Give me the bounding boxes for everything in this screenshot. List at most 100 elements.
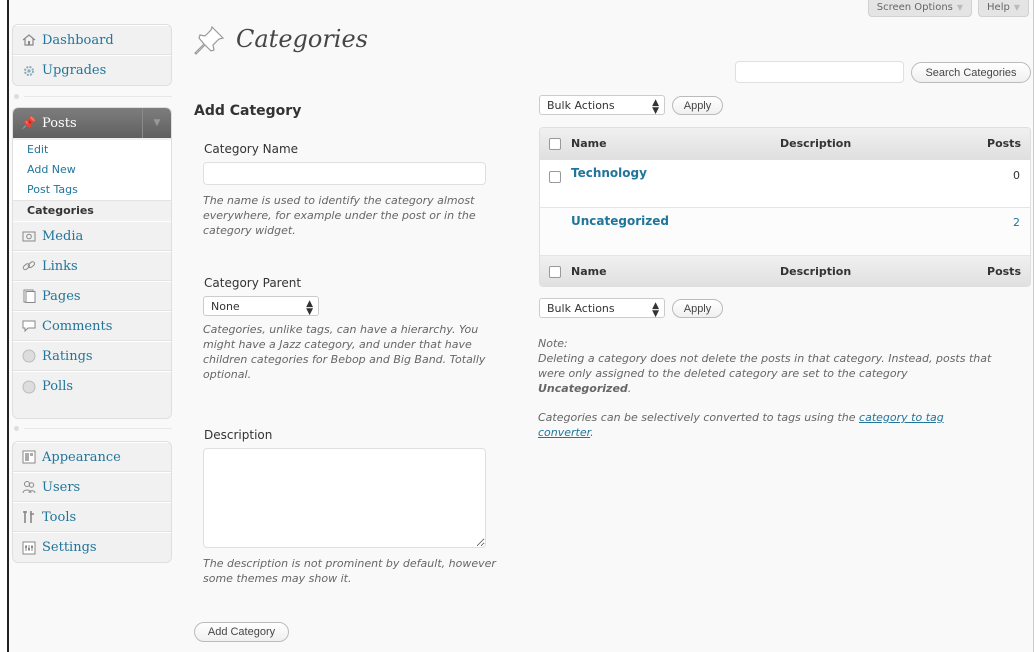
search-categories-input[interactable] xyxy=(735,61,904,83)
menu-label: Settings xyxy=(42,540,97,555)
category-parent-value: None xyxy=(211,299,240,313)
description-help: The description is not prominent by defa… xyxy=(203,557,496,585)
bulk-actions-select-bottom[interactable]: Bulk Actions ▲ ▼ xyxy=(539,298,665,319)
menu-label: Polls xyxy=(42,379,74,394)
menu-ratings[interactable]: Ratings xyxy=(13,341,171,371)
page-title: Categories xyxy=(236,25,368,53)
gear-icon xyxy=(21,63,36,78)
note-text: Deleting a category does not delete the … xyxy=(538,351,998,396)
column-description-header[interactable]: Description xyxy=(780,265,851,278)
posts-submenu: Edit Add New Post Tags Categories xyxy=(13,140,171,221)
menu-settings[interactable]: Settings xyxy=(13,532,171,562)
converter-note: Categories can be selectively converted … xyxy=(538,410,998,440)
menu-label: Pages xyxy=(42,288,81,304)
pages-icon xyxy=(21,289,36,304)
appearance-icon xyxy=(21,450,36,465)
row-checkbox[interactable] xyxy=(549,171,561,183)
admin-menu-group-2: 📌 Posts ▼ Edit Add New Post Tags Categor… xyxy=(12,107,172,419)
converter-note-text: . xyxy=(590,426,594,439)
column-posts-header[interactable]: Posts xyxy=(987,265,1021,278)
select-arrows-icon: ▲ ▼ xyxy=(652,98,659,116)
menu-users[interactable]: Users xyxy=(13,472,171,502)
categories-table: Name Description Posts Technology 0 Unca… xyxy=(539,127,1031,287)
admin-menu-group-3: Appearance Users Tools Settings xyxy=(12,441,172,563)
menu-upgrades[interactable]: Upgrades xyxy=(13,55,171,85)
menu-comments[interactable]: Comments xyxy=(13,311,171,341)
screen-options-button[interactable]: Screen Options ▼ xyxy=(867,0,973,17)
link-icon xyxy=(21,259,36,274)
submenu-edit[interactable]: Edit xyxy=(13,140,171,160)
chevron-down-icon: ▼ xyxy=(1013,3,1020,12)
submenu-post-tags[interactable]: Post Tags xyxy=(13,180,171,200)
menu-polls[interactable]: Polls xyxy=(13,371,171,401)
menu-dashboard[interactable]: Dashboard xyxy=(13,25,171,55)
menu-media[interactable]: Media xyxy=(13,221,171,251)
category-name-link[interactable]: Technology xyxy=(571,166,647,180)
menu-label: Appearance xyxy=(42,449,121,465)
menu-label: Ratings xyxy=(42,348,93,364)
circle-icon xyxy=(21,349,36,364)
bulk-actions-value: Bulk Actions xyxy=(547,301,615,315)
submenu-add-new[interactable]: Add New xyxy=(13,160,171,180)
menu-pages[interactable]: Pages xyxy=(13,281,171,311)
category-name-label: Category Name xyxy=(204,142,299,156)
menu-label: Users xyxy=(42,479,81,495)
select-arrows-icon: ▲ ▼ xyxy=(306,299,313,317)
converter-note-text: Categories can be selectively converted … xyxy=(538,411,860,424)
menu-links[interactable]: Links xyxy=(13,251,171,281)
select-all-checkbox[interactable] xyxy=(549,138,561,150)
column-posts-header[interactable]: Posts xyxy=(987,137,1021,150)
apply-button-bottom[interactable]: Apply xyxy=(672,299,723,318)
settings-icon xyxy=(21,540,36,555)
category-name-help: The name is used to identify the categor… xyxy=(203,194,476,237)
menu-toggle-icon[interactable]: ▼ xyxy=(142,108,171,138)
home-icon xyxy=(21,33,36,48)
category-parent-select[interactable]: None ▲ ▼ xyxy=(203,296,319,317)
menu-appearance[interactable]: Appearance xyxy=(13,442,171,472)
users-icon xyxy=(21,480,36,495)
menu-separator[interactable] xyxy=(12,424,172,434)
screen-meta-links: Screen Options ▼ Help ▼ xyxy=(867,0,1029,17)
menu-label: Tools xyxy=(42,509,77,525)
admin-menu-group-1: Dashboard Upgrades xyxy=(12,24,172,86)
description-label: Description xyxy=(204,428,273,442)
help-button[interactable]: Help ▼ xyxy=(978,0,1029,17)
menu-separator[interactable] xyxy=(12,92,172,102)
menu-label: Media xyxy=(42,228,84,244)
column-description-header[interactable]: Description xyxy=(780,137,851,150)
category-name-link[interactable]: Uncategorized xyxy=(571,214,669,228)
table-footer: Name Description Posts xyxy=(540,256,1030,286)
category-parent-help: Categories, unlike tags, can have a hier… xyxy=(203,323,486,381)
category-post-count: 0 xyxy=(1013,169,1020,182)
pushpin-icon xyxy=(192,24,226,62)
menu-label: Comments xyxy=(42,318,113,334)
menu-posts[interactable]: 📌 Posts ▼ xyxy=(13,108,171,138)
add-category-button[interactable]: Add Category xyxy=(194,622,289,642)
column-name-header[interactable]: Name xyxy=(571,265,607,278)
category-name-input[interactable] xyxy=(203,162,486,185)
table-row: Technology 0 xyxy=(540,160,1030,208)
apply-button-top[interactable]: Apply xyxy=(672,96,723,115)
chevron-down-icon: ▼ xyxy=(956,3,964,12)
screen-options-label: Screen Options xyxy=(876,2,953,13)
description-textarea[interactable] xyxy=(203,448,486,548)
circle-icon xyxy=(21,379,36,394)
note-text-part: Deleting a category does not delete the … xyxy=(538,352,992,380)
select-all-checkbox[interactable] xyxy=(549,266,561,278)
submenu-categories[interactable]: Categories xyxy=(13,200,171,221)
bulk-actions-value: Bulk Actions xyxy=(547,98,615,112)
note-text-part: . xyxy=(627,382,632,395)
category-post-count-link[interactable]: 2 xyxy=(1013,216,1020,229)
menu-label: Links xyxy=(42,258,78,274)
search-categories-button[interactable]: Search Categories xyxy=(911,62,1031,83)
menu-tools[interactable]: Tools xyxy=(13,502,171,532)
help-label: Help xyxy=(987,2,1010,13)
add-category-heading: Add Category xyxy=(194,103,302,119)
column-name-header[interactable]: Name xyxy=(571,137,607,150)
media-icon xyxy=(21,229,36,244)
menu-label: Posts xyxy=(42,115,77,131)
menu-label: Dashboard xyxy=(42,32,114,48)
menu-label: Upgrades xyxy=(42,63,107,78)
bulk-actions-select-top[interactable]: Bulk Actions ▲ ▼ xyxy=(539,95,665,116)
table-row: Uncategorized 2 xyxy=(540,208,1030,256)
